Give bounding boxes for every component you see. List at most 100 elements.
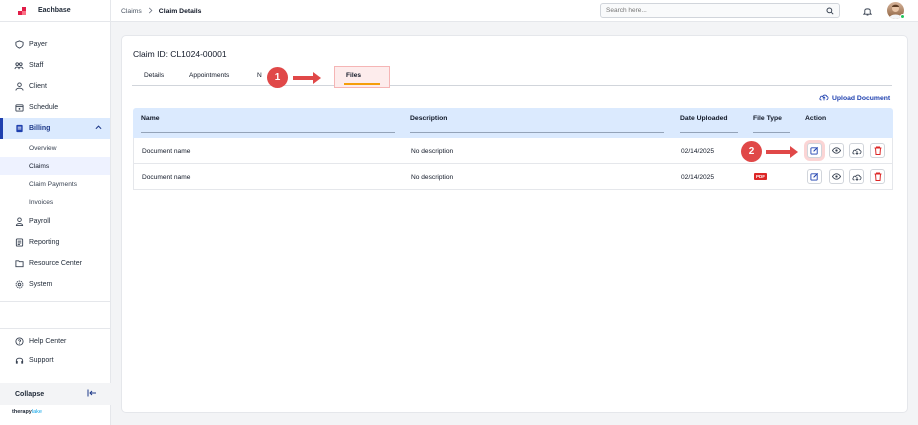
sidebar-item-staff[interactable]: Staff (0, 55, 110, 76)
upload-cloud-icon (819, 93, 829, 103)
sidebar-item-system[interactable]: System (0, 274, 110, 295)
subitem-label: Claim Payments (29, 180, 78, 188)
page-title: Claim ID: CL1024-00001 (133, 49, 227, 59)
download-button[interactable] (849, 143, 864, 158)
tab-appointments[interactable]: Appointments (189, 72, 229, 79)
search-icon[interactable] (824, 6, 836, 16)
search-input[interactable] (606, 7, 806, 14)
sidebar-item-client[interactable]: Client (0, 76, 110, 97)
sidebar-item-reporting[interactable]: Reporting (0, 232, 110, 253)
table-row[interactable]: Document name No description 02/14/2025 … (133, 164, 893, 190)
pdf-file-badge: PDF (754, 173, 767, 180)
footer-logo-b: lake (31, 409, 42, 415)
cell-date: 02/14/2025 (681, 148, 715, 155)
chevron-right-icon (148, 7, 153, 16)
staff-icon (14, 61, 24, 71)
upload-label: Upload Document (832, 94, 891, 102)
view-button[interactable] (829, 143, 844, 158)
edit-icon (810, 146, 819, 155)
column-filter-line (410, 132, 664, 133)
sidebar-item-label: Support (29, 357, 54, 364)
subitem-label: Claims (29, 162, 50, 170)
sidebar-item-label: Help Center (29, 338, 67, 345)
cell-name: Document name (142, 174, 191, 181)
edit-button[interactable] (807, 169, 822, 184)
footer-logo-a: therapy (12, 409, 32, 415)
brand[interactable]: Eachbase (0, 0, 110, 22)
eye-icon (832, 173, 841, 180)
sidebar-item-label: Payer (29, 41, 48, 48)
sidebar-nav: Payer Staff Client Schedule Billing Over… (0, 22, 110, 295)
breadcrumb-current: Claim Details (158, 8, 202, 15)
sidebar-item-label: Schedule (29, 104, 59, 111)
tab-details[interactable]: Details (144, 72, 164, 79)
search-box (600, 3, 840, 18)
download-button[interactable] (849, 169, 864, 184)
sidebar-item-label: Resource Center (29, 260, 82, 267)
breadcrumb-parent[interactable]: Claims (121, 8, 142, 15)
column-header-action: Action (805, 115, 827, 122)
edit-icon (810, 172, 819, 181)
sidebar-item-billing[interactable]: Billing (0, 118, 110, 139)
sidebar-item-schedule[interactable]: Schedule (0, 97, 110, 118)
step-marker-2: 2 (741, 141, 762, 162)
sidebar-item-help-center[interactable]: Help Center (0, 331, 111, 352)
column-header-name: Name (141, 115, 160, 122)
calendar-icon (14, 103, 24, 113)
cloud-download-icon (851, 148, 861, 155)
tab-files[interactable]: Files (346, 72, 361, 79)
sidebar-item-label: Reporting (29, 239, 60, 246)
column-header-date: Date Uploaded (680, 115, 728, 122)
claim-card: Claim ID: CL1024-00001 Details Appointme… (121, 35, 908, 413)
payroll-icon (14, 217, 24, 227)
cell-description: No description (411, 148, 454, 155)
online-status-dot (900, 14, 905, 19)
collapse-label: Collapse (15, 390, 45, 398)
column-header-file-type: File Type (753, 115, 782, 122)
sidebar-subitem-claims[interactable]: Claims (0, 157, 110, 175)
step-marker-1: 1 (267, 67, 288, 88)
sidebar-subitem-claim-payments[interactable]: Claim Payments (0, 175, 110, 193)
footer-logo: therapylake (12, 409, 42, 415)
sidebar-item-label: Client (29, 83, 47, 90)
delete-button[interactable] (870, 143, 885, 158)
report-icon (14, 238, 24, 248)
tab-notes[interactable]: N (257, 72, 262, 79)
trash-icon (874, 172, 881, 181)
sidebar-item-label: Payroll (29, 218, 51, 225)
chevron-up-icon[interactable] (95, 124, 102, 132)
trash-icon (874, 146, 881, 155)
sidebar-item-support[interactable]: Support (0, 350, 111, 371)
sidebar-item-payroll[interactable]: Payroll (0, 211, 110, 232)
files-table: Name Description Date Uploaded File Type… (133, 108, 893, 190)
column-filter-line (141, 132, 395, 133)
billing-icon (14, 124, 24, 134)
collapse-button[interactable]: Collapse (0, 383, 111, 405)
brand-logo-icon (18, 6, 26, 15)
sidebar-item-resource-center[interactable]: Resource Center (0, 253, 110, 274)
gear-icon (14, 280, 24, 290)
upload-document-button[interactable]: Upload Document (819, 93, 890, 103)
column-header-description: Description (410, 115, 448, 122)
column-filter-line (680, 132, 738, 133)
bell-icon[interactable] (862, 6, 873, 18)
cloud-download-icon (851, 174, 861, 181)
breadcrumb: Claims Claim Details (121, 7, 201, 16)
active-tab-indicator (344, 83, 380, 85)
sidebar-subitem-overview[interactable]: Overview (0, 139, 110, 157)
step-arrow-1 (293, 72, 321, 84)
cell-date: 02/14/2025 (681, 174, 715, 181)
topbar: Claims Claim Details (111, 0, 918, 22)
cell-description: No description (411, 174, 454, 181)
view-button[interactable] (829, 169, 844, 184)
delete-button[interactable] (870, 169, 885, 184)
table-header: Name Description Date Uploaded File Type… (133, 108, 893, 138)
step-arrow-2 (766, 146, 798, 158)
edit-button[interactable] (807, 143, 822, 158)
sidebar-subitem-invoices[interactable]: Invoices (0, 193, 110, 211)
help-icon (14, 337, 24, 347)
subitem-label: Overview (29, 144, 57, 152)
sidebar-item-payer[interactable]: Payer (0, 34, 110, 55)
sidebar-item-label: Staff (29, 62, 44, 69)
tab-bar: Details Appointments N Files (132, 66, 892, 88)
